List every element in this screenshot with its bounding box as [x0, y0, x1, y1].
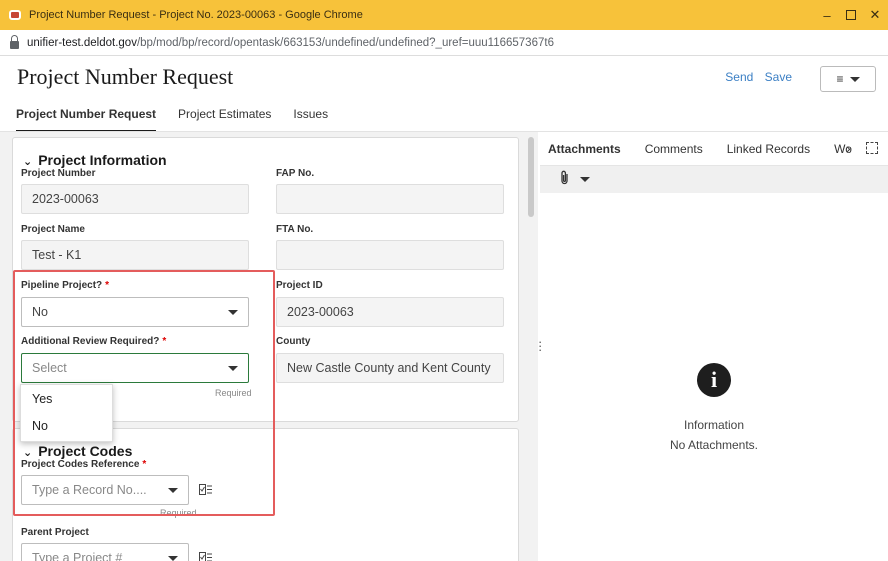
lock-icon: [10, 34, 19, 49]
no-attachments-message: No Attachments.: [669, 438, 759, 452]
page-title: Project Number Request: [17, 64, 234, 89]
county-field: New Castle County and Kent County: [276, 353, 504, 383]
save-button[interactable]: Save: [765, 70, 792, 84]
fta-no-label: FTA No.: [276, 224, 314, 235]
project-id-label: Project ID: [276, 280, 323, 291]
chevron-right-icon[interactable]: ›: [846, 140, 851, 156]
fap-no-label: FAP No.: [276, 168, 315, 179]
additional-review-select[interactable]: Select: [21, 353, 249, 383]
project-information-header[interactable]: ⌄ Project Information: [23, 152, 167, 168]
dropdown-option-yes[interactable]: Yes: [21, 385, 112, 412]
dropdown-option-no[interactable]: No: [21, 412, 112, 439]
project-codes-reference-label: Project Codes Reference *: [21, 459, 147, 470]
tab-attachments[interactable]: Attachments: [548, 142, 621, 156]
parent-project-label: Parent Project: [21, 527, 89, 538]
address-bar[interactable]: unifier-test.deldot.gov/bp/mod/bp/record…: [0, 30, 888, 56]
required-marker: *: [162, 336, 167, 347]
tab-linked-records[interactable]: Linked Records: [727, 142, 810, 156]
form-scrollbar[interactable]: [528, 137, 534, 217]
hamburger-icon: ≡: [836, 72, 844, 86]
info-title: Information: [683, 418, 745, 432]
parent-project-input[interactable]: Type a Project #: [21, 543, 189, 561]
chevron-down-icon: [168, 487, 178, 493]
url-text[interactable]: unifier-test.deldot.gov/bp/mod/bp/record…: [27, 37, 554, 49]
project-codes-reference-input[interactable]: Type a Record No....: [21, 475, 189, 505]
parent-project-placeholder: Type a Project #: [32, 551, 123, 561]
record-tabs: Project Number Request Project Estimates…: [16, 107, 328, 132]
record-browse-icon[interactable]: [199, 484, 212, 495]
browser-title-bar: Project Number Request - Project No. 202…: [0, 0, 888, 30]
chevron-down-icon: [228, 365, 238, 371]
pipeline-project-select[interactable]: No: [21, 297, 249, 327]
project-codes-required-hint: Required: [160, 508, 197, 518]
project-id-field: 2023-00063: [276, 297, 504, 327]
project-name-label: Project Name: [21, 224, 85, 235]
county-label: County: [276, 336, 311, 347]
required-marker: *: [142, 459, 147, 470]
paperclip-icon[interactable]: [559, 170, 570, 188]
pipeline-project-value: No: [32, 305, 48, 319]
splitter-handle-icon[interactable]: · · ·: [538, 335, 542, 356]
project-number-label: Project Number: [21, 168, 96, 179]
additional-review-dropdown: Yes No: [20, 384, 113, 442]
tab-issues[interactable]: Issues: [293, 107, 328, 132]
info-icon: i: [697, 363, 731, 397]
right-panel-tabs: Attachments Comments Linked Records Wo: [548, 142, 852, 156]
close-icon: ✕: [869, 7, 881, 22]
oracle-app-icon: [9, 10, 21, 20]
additional-review-label: Additional Review Required? *: [21, 336, 167, 347]
chevron-down-icon: ⌄: [23, 156, 33, 168]
tab-comments[interactable]: Comments: [645, 142, 703, 156]
tab-project-number-request[interactable]: Project Number Request: [16, 107, 157, 132]
tab-project-estimates[interactable]: Project Estimates: [178, 107, 271, 132]
window-title: Project Number Request - Project No. 202…: [29, 9, 363, 21]
chevron-down-icon: [849, 76, 860, 82]
expand-icon[interactable]: [866, 142, 878, 154]
actions-menu-button[interactable]: ≡: [820, 66, 876, 92]
project-name-field: Test - K1: [21, 240, 249, 270]
project-number-field: 2023-00063: [21, 184, 249, 214]
send-button[interactable]: Send: [725, 70, 753, 84]
project-codes-reference-placeholder: Type a Record No....: [32, 483, 147, 497]
close-button[interactable]: ✕: [854, 0, 888, 30]
chevron-down-icon: ⌄: [23, 447, 33, 459]
chevron-down-icon: [228, 309, 238, 315]
chevron-down-icon[interactable]: [580, 177, 590, 182]
header-actions: Send Save: [717, 70, 792, 84]
additional-review-placeholder: Select: [32, 361, 67, 375]
fap-no-field[interactable]: [276, 184, 504, 214]
chevron-down-icon: [168, 555, 178, 561]
attachments-toolbar: [540, 165, 888, 193]
project-codes-header[interactable]: ⌄ Project Codes: [23, 443, 132, 459]
required-marker: *: [105, 280, 110, 291]
project-browse-icon[interactable]: [199, 552, 212, 561]
additional-review-required-hint: Required: [215, 388, 252, 398]
fta-no-field[interactable]: [276, 240, 504, 270]
pipeline-project-label: Pipeline Project? *: [21, 280, 110, 291]
